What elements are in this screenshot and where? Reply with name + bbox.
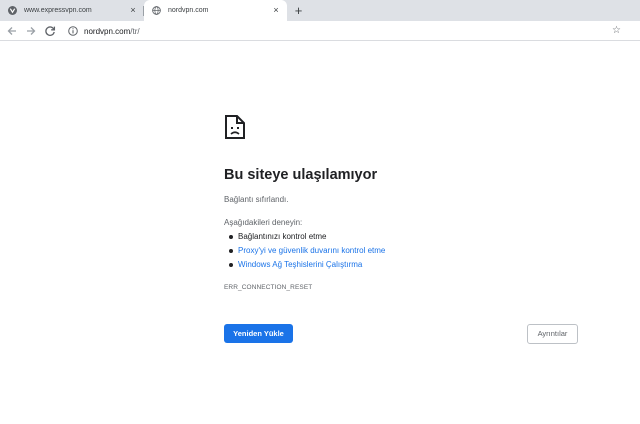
bookmark-star-icon[interactable]: ☆ <box>611 25 622 36</box>
sad-page-icon <box>225 115 245 139</box>
suggestion-text: Bağlantınızı kontrol etme <box>238 232 327 241</box>
suggestion-text[interactable]: Proxy'yi ve güvenlik duvarını kontrol et… <box>238 246 385 255</box>
browser-toolbar: nordvpn.com/tr/ ☆ <box>0 21 640 41</box>
tab-strip: www.expressvpn.com × nordvpn.com × + <box>0 0 640 21</box>
expressvpn-favicon-icon <box>8 6 17 15</box>
suggestion-network-diagnostics-link[interactable]: Windows Ağ Teşhislerini Çalıştırma <box>229 260 362 270</box>
reload-button[interactable]: Yeniden Yükle <box>224 324 293 343</box>
bullet <box>229 249 233 253</box>
reload-icon[interactable] <box>43 24 57 38</box>
url-host: nordvpn.com <box>84 27 131 36</box>
bullet <box>229 235 233 239</box>
tab-nordvpn[interactable]: nordvpn.com × <box>144 0 287 21</box>
details-button[interactable]: Ayrıntılar <box>527 324 578 344</box>
info-icon[interactable] <box>68 26 78 36</box>
forward-arrow-icon[interactable] <box>24 24 38 38</box>
suggestion-check-proxy-link[interactable]: Proxy'yi ve güvenlik duvarını kontrol et… <box>229 246 385 256</box>
address-bar[interactable]: nordvpn.com/tr/ ☆ <box>60 23 626 39</box>
error-description: Bağlantı sıfırlandı. <box>224 195 289 204</box>
url-text[interactable]: nordvpn.com/tr/ <box>84 27 140 36</box>
close-tab-icon[interactable]: × <box>271 5 281 15</box>
globe-icon <box>152 6 161 15</box>
error-code: ERR_CONNECTION_RESET <box>224 284 313 291</box>
tab-title: www.expressvpn.com <box>24 7 92 14</box>
tab-title: nordvpn.com <box>168 7 209 14</box>
suggestion-check-connection: Bağlantınızı kontrol etme <box>229 232 327 242</box>
suggestion-text[interactable]: Windows Ağ Teşhislerini Çalıştırma <box>238 260 362 269</box>
back-arrow-icon[interactable] <box>5 24 19 38</box>
bullet <box>229 263 233 267</box>
tab-expressvpn[interactable]: www.expressvpn.com × <box>0 0 144 21</box>
new-tab-button[interactable]: + <box>292 4 305 17</box>
error-headline: Bu siteye ulaşılamıyor <box>224 167 378 183</box>
suggestions-heading: Aşağıdakileri deneyin: <box>224 218 303 227</box>
close-tab-icon[interactable]: × <box>128 5 138 15</box>
url-path: /tr/ <box>130 27 140 36</box>
